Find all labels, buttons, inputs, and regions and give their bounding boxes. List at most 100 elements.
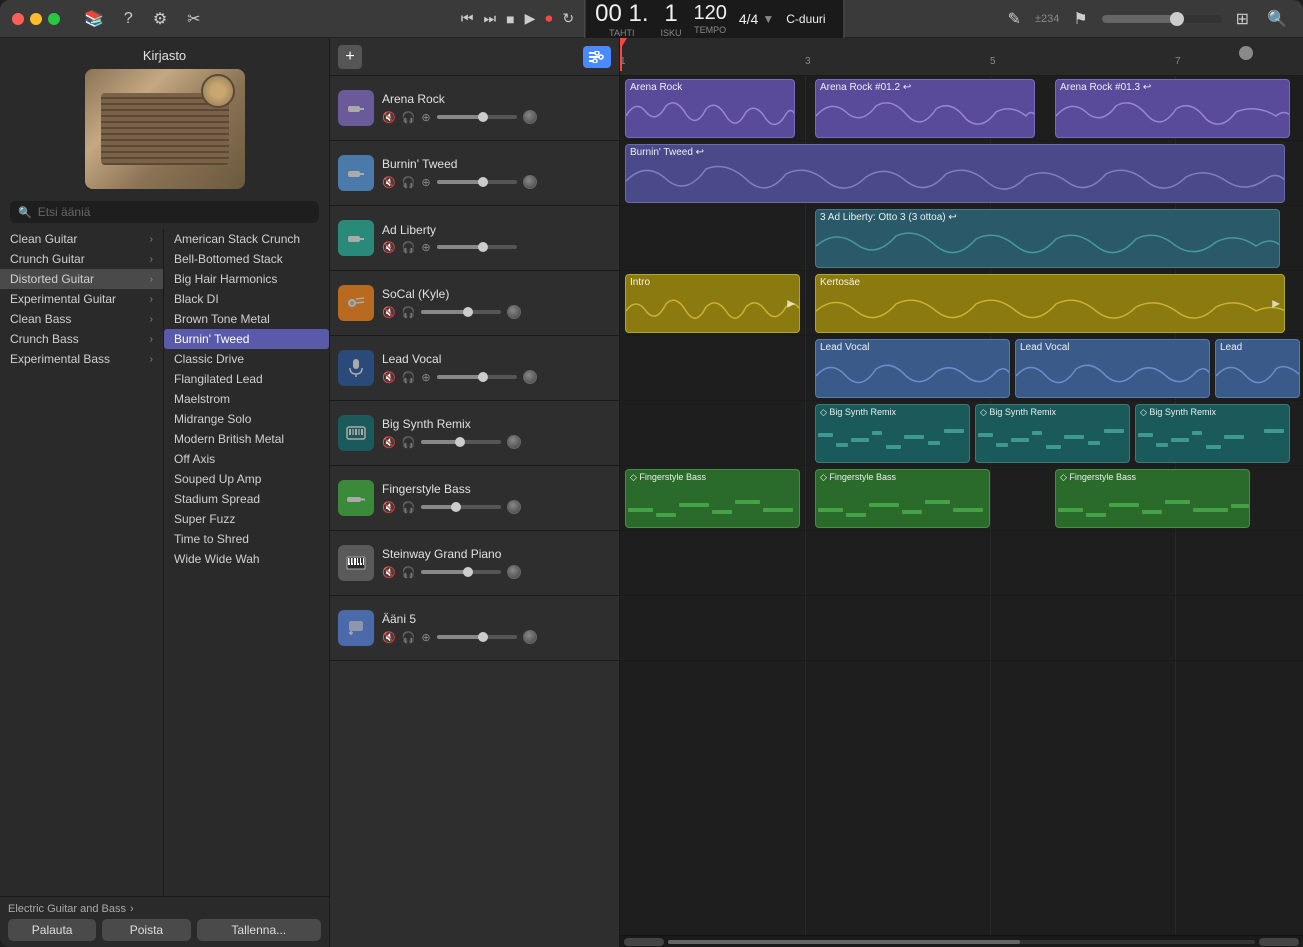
track-volume-slider-arena-rock[interactable] [437, 115, 517, 119]
headphone-icon[interactable]: 🎧 [402, 566, 416, 579]
track-row-socal[interactable]: SoCal (Kyle) 🔇 🎧 [330, 271, 619, 336]
headphone-icon[interactable]: 🎧 [402, 371, 416, 384]
key-display[interactable]: C-duuri [786, 12, 825, 26]
library-category-distorted-guitar[interactable]: Distorted Guitar › [0, 269, 163, 289]
metronome-icon[interactable]: ⚑ [1069, 7, 1091, 31]
help-icon[interactable]: ? [120, 8, 137, 30]
position-marker[interactable] [1239, 46, 1253, 60]
track-pan-knob-arena-rock[interactable] [523, 110, 537, 124]
cycle-button[interactable]: ↻ [560, 8, 576, 29]
fullscreen-icon[interactable]: ⊞ [1232, 7, 1253, 31]
go-to-beginning-button[interactable]: ⏮ [459, 8, 476, 29]
smart-controls-button[interactable] [583, 46, 611, 68]
clip-fingerstyle-3[interactable]: ◇ Fingerstyle Bass [1055, 469, 1250, 528]
bpm-display[interactable]: 120 TEMPO [694, 2, 727, 35]
track-pan-knob-burnin-tweed[interactable] [523, 175, 537, 189]
preset-modern-british-metal[interactable]: Modern British Metal [164, 429, 329, 449]
track-pan-knob-steinway[interactable] [507, 565, 521, 579]
clip-intro[interactable]: Intro ▶ [625, 274, 800, 333]
clip-big-synth-2[interactable]: ◇ Big Synth Remix [975, 404, 1130, 463]
track-volume-slider-big-synth[interactable] [421, 440, 501, 444]
skip-forward-button[interactable]: ⏭ [482, 8, 499, 29]
preset-maelstrom[interactable]: Maelstrom [164, 389, 329, 409]
preset-super-fuzz[interactable]: Super Fuzz [164, 509, 329, 529]
track-row-lead-vocal[interactable]: Lead Vocal 🔇 🎧 ⊕ [330, 336, 619, 401]
scroll-track[interactable] [668, 940, 1255, 944]
headphone-icon[interactable]: 🎧 [402, 501, 416, 514]
track-pan-knob-socal[interactable] [507, 305, 521, 319]
headphone-icon[interactable]: 🎧 [402, 631, 416, 644]
maximize-button[interactable] [48, 13, 60, 25]
library-category-experimental-bass[interactable]: Experimental Bass › [0, 349, 163, 369]
library-icon[interactable]: 📚 [80, 7, 108, 31]
preset-brown-tone-metal[interactable]: Brown Tone Metal [164, 309, 329, 329]
record-button[interactable]: ⏺ [543, 8, 554, 29]
clip-kertosae[interactable]: Kertosäe ▶ [815, 274, 1285, 333]
clip-arena-rock-2[interactable]: Arena Rock #01.2 ↩ [815, 79, 1035, 138]
clip-lead-vocal-2[interactable]: Lead Vocal [1015, 339, 1210, 398]
track-volume-slider-fingerstyle-bass[interactable] [421, 505, 501, 509]
preset-wide-wide-wah[interactable]: Wide Wide Wah [164, 549, 329, 569]
clip-fingerstyle-1[interactable]: ◇ Fingerstyle Bass [625, 469, 800, 528]
track-pan-knob-lead-vocal[interactable] [523, 370, 537, 384]
scroll-left-btn[interactable] [624, 938, 664, 946]
play-button[interactable]: ▶ [523, 8, 538, 29]
preset-midrange-solo[interactable]: Midrange Solo [164, 409, 329, 429]
record-arm-icon[interactable]: ⊕ [421, 111, 430, 124]
track-volume-slider-lead-vocal[interactable] [437, 375, 517, 379]
record-arm-icon[interactable]: ⊕ [421, 371, 430, 384]
mute-icon[interactable]: 🔇 [382, 631, 396, 644]
scroll-right-btn[interactable] [1259, 938, 1299, 946]
track-volume-slider-aani-5[interactable] [437, 635, 517, 639]
mute-icon[interactable]: 🔇 [382, 566, 396, 579]
track-row-big-synth[interactable]: Big Synth Remix 🔇 🎧 [330, 401, 619, 466]
preset-american-stack-crunch[interactable]: American Stack Crunch [164, 229, 329, 249]
headphone-icon[interactable]: 🎧 [402, 241, 416, 254]
track-row-aani-5[interactable]: Ääni 5 🔇 🎧 ⊕ [330, 596, 619, 661]
minimize-button[interactable] [30, 13, 42, 25]
track-row-burnin-tweed[interactable]: Burnin' Tweed 🔇 🎧 ⊕ [330, 141, 619, 206]
clip-big-synth-3[interactable]: ◇ Big Synth Remix [1135, 404, 1290, 463]
palauta-button[interactable]: Palauta [8, 919, 96, 941]
tallenna-button[interactable]: Tallenna... [197, 919, 321, 941]
preset-flangilated-lead[interactable]: Flangilated Lead [164, 369, 329, 389]
track-volume-slider-burnin-tweed[interactable] [437, 180, 517, 184]
time-sig-display[interactable]: 4/4 ▼ [739, 11, 774, 27]
library-category-crunch-bass[interactable]: Crunch Bass › [0, 329, 163, 349]
clip-big-synth-1[interactable]: ◇ Big Synth Remix [815, 404, 970, 463]
record-arm-icon[interactable]: ⊕ [421, 241, 430, 254]
mute-icon[interactable]: 🔇 [382, 501, 396, 514]
mute-icon[interactable]: 🔇 [382, 436, 396, 449]
mute-icon[interactable]: 🔇 [382, 306, 396, 319]
track-pan-knob-aani-5[interactable] [523, 630, 537, 644]
preset-stadium-spread[interactable]: Stadium Spread [164, 489, 329, 509]
add-track-button[interactable]: + [338, 45, 362, 69]
headphone-icon[interactable]: 🎧 [402, 176, 416, 189]
poista-button[interactable]: Poista [102, 919, 190, 941]
timeline-scrollbar[interactable] [620, 935, 1303, 947]
library-category-clean-bass[interactable]: Clean Bass › [0, 309, 163, 329]
preset-burnin-tweed[interactable]: Burnin' Tweed [164, 329, 329, 349]
clip-burnin-tweed[interactable]: Burnin' Tweed ↩ [625, 144, 1285, 203]
library-category-experimental-guitar[interactable]: Experimental Guitar › [0, 289, 163, 309]
clip-lead-vocal-1[interactable]: Lead Vocal [815, 339, 1010, 398]
track-row-fingerstyle-bass[interactable]: Fingerstyle Bass 🔇 🎧 [330, 466, 619, 531]
mute-icon[interactable]: 🔇 [382, 176, 396, 189]
preset-bell-bottomed-stack[interactable]: Bell-Bottomed Stack [164, 249, 329, 269]
track-volume-slider-socal[interactable] [421, 310, 501, 314]
preset-classic-drive[interactable]: Classic Drive [164, 349, 329, 369]
track-row-steinway[interactable]: Steinway Grand Piano 🔇 🎧 [330, 531, 619, 596]
library-category-clean-guitar[interactable]: Clean Guitar › [0, 229, 163, 249]
track-row-ad-liberty[interactable]: Ad Liberty 🔇 🎧 ⊕ [330, 206, 619, 271]
track-volume-slider-ad-liberty[interactable] [437, 245, 517, 249]
headphone-icon[interactable]: 🎧 [402, 306, 416, 319]
search-input[interactable] [38, 205, 311, 219]
preset-off-axis[interactable]: Off Axis [164, 449, 329, 469]
clip-arena-rock-1[interactable]: Arena Rock [625, 79, 795, 138]
clip-lead-vocal-3[interactable]: Lead [1215, 339, 1300, 398]
mute-icon[interactable]: 🔇 [382, 371, 396, 384]
stop-button[interactable]: ■ [504, 9, 516, 29]
mute-icon[interactable]: 🔇 [382, 241, 396, 254]
clip-arena-rock-3[interactable]: Arena Rock #01.3 ↩ [1055, 79, 1290, 138]
preset-time-to-shred[interactable]: Time to Shred [164, 529, 329, 549]
